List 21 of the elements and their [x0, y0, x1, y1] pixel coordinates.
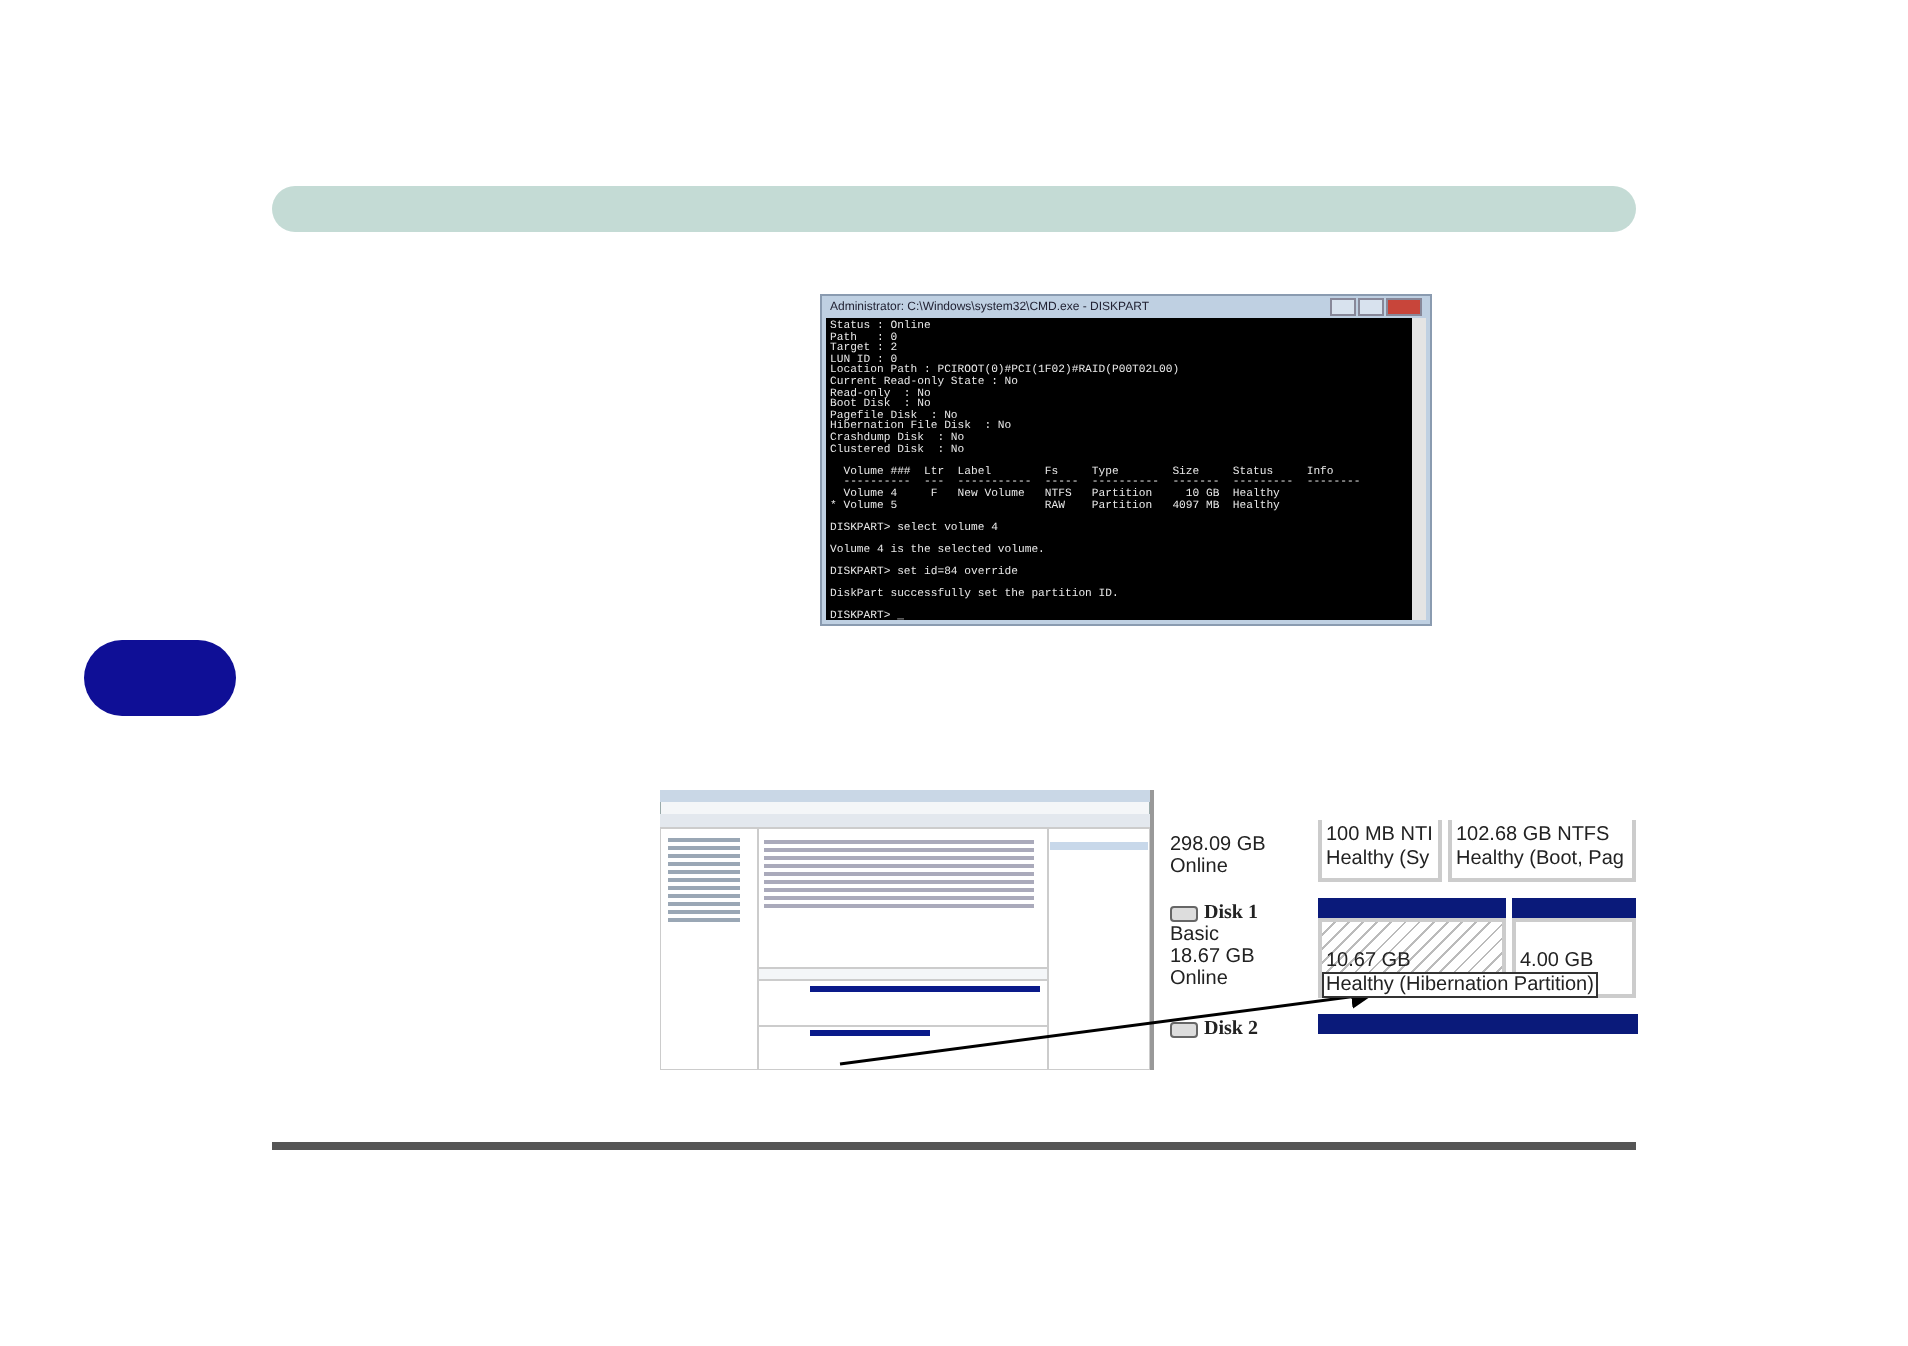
disk-status: Online — [1170, 856, 1230, 878]
window-controls-icon[interactable] — [1330, 298, 1422, 316]
disk-drive-icon — [1170, 905, 1198, 921]
partition-status: Healthy (Boot, Pag — [1456, 848, 1626, 870]
disk-size: 18.67 GB — [1170, 946, 1257, 968]
disk-type: Basic — [1170, 924, 1221, 946]
disk-status: Online — [1170, 968, 1230, 990]
partition-size: 100 MB NTI — [1326, 824, 1434, 846]
partition-area[interactable]: 100 MB NTI Healthy (Sy — [1318, 820, 1442, 882]
status-tooltip: Healthy (Hibernation Partition) — [1322, 972, 1598, 998]
disk-name: Disk 1 — [1204, 902, 1258, 924]
partition-size: 4.00 GB — [1520, 950, 1596, 972]
partition-area[interactable]: 102.68 GB NTFS Healthy (Boot, Pag — [1448, 820, 1636, 882]
partition-bar — [1512, 898, 1636, 918]
disk-name: Disk 2 — [1204, 1018, 1258, 1040]
partition-size: 102.68 GB NTFS — [1456, 824, 1612, 846]
disk-drive-icon — [1170, 1021, 1198, 1037]
disk-size: 298.09 GB — [1170, 834, 1268, 856]
scrollbar[interactable] — [1412, 318, 1426, 620]
partition-status: Healthy (Sy — [1326, 848, 1432, 870]
partition-size: 10.67 GB — [1326, 950, 1413, 972]
